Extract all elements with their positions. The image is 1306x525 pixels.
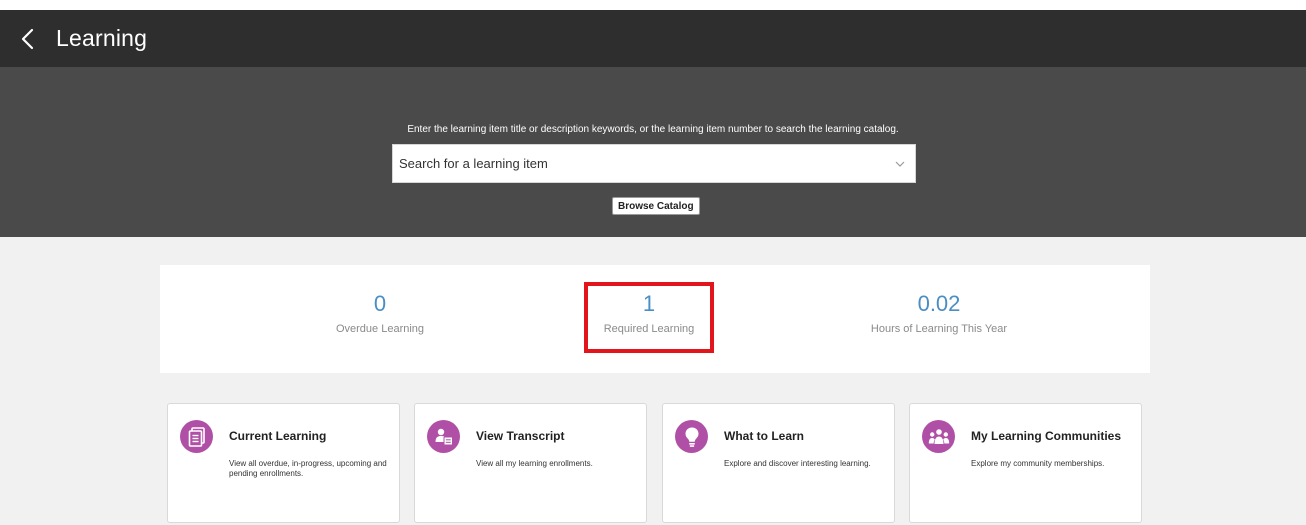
card-description: View all my learning enrollments. bbox=[476, 459, 593, 468]
card-description: Explore my community memberships. bbox=[971, 459, 1105, 468]
stat-label: Overdue Learning bbox=[335, 323, 425, 335]
search-box[interactable] bbox=[392, 144, 916, 183]
search-input[interactable] bbox=[399, 156, 859, 171]
card-what-to-learn[interactable]: What to Learn Explore and discover inter… bbox=[662, 403, 895, 523]
card-icon-circle bbox=[675, 420, 708, 453]
stat-value: 0.02 bbox=[917, 291, 961, 316]
page-title: Learning bbox=[56, 25, 148, 51]
card-description: View all overdue, in-progress, upcoming … bbox=[229, 459, 387, 478]
stat-hours-of-learning[interactable]: 0.02 Hours of Learning This Year bbox=[809, 291, 1069, 335]
document-icon bbox=[188, 426, 205, 447]
back-button[interactable] bbox=[6, 10, 48, 67]
community-icon bbox=[928, 428, 949, 444]
lightbulb-icon bbox=[685, 427, 698, 447]
card-description: Explore and discover interesting learnin… bbox=[724, 459, 871, 468]
stat-value: 0 bbox=[373, 291, 387, 316]
card-title: My Learning Communities bbox=[971, 429, 1122, 443]
card-icon-circle bbox=[180, 420, 213, 453]
card-icon-circle bbox=[922, 420, 955, 453]
search-section: Enter the learning item title or descrip… bbox=[0, 67, 1306, 237]
card-title: What to Learn bbox=[724, 429, 804, 443]
learning-stats-panel: 0 Overdue Learning 1 Required Learning 0… bbox=[160, 265, 1150, 373]
transcript-icon bbox=[435, 428, 453, 445]
card-my-learning-communities[interactable]: My Learning Communities Explore my commu… bbox=[909, 403, 1142, 523]
browse-catalog-button[interactable]: Browse Catalog bbox=[612, 197, 700, 215]
learning-page: Learning Enter the learning item title o… bbox=[0, 0, 1306, 525]
card-icon-circle bbox=[427, 420, 460, 453]
content-area: 0 Overdue Learning 1 Required Learning 0… bbox=[0, 237, 1306, 525]
chevron-down-icon[interactable] bbox=[895, 161, 905, 167]
stat-label: Hours of Learning This Year bbox=[870, 323, 1008, 335]
card-title: View Transcript bbox=[476, 429, 565, 443]
chevron-left-icon bbox=[21, 28, 34, 49]
header-bar: Learning bbox=[0, 10, 1306, 67]
highlight-annotation bbox=[584, 282, 714, 353]
card-view-transcript[interactable]: View Transcript View all my learning enr… bbox=[414, 403, 647, 523]
card-current-learning[interactable]: Current Learning View all overdue, in-pr… bbox=[167, 403, 400, 523]
card-title: Current Learning bbox=[229, 429, 327, 443]
search-hint: Enter the learning item title or descrip… bbox=[407, 124, 899, 135]
stat-overdue-learning[interactable]: 0 Overdue Learning bbox=[250, 291, 510, 335]
